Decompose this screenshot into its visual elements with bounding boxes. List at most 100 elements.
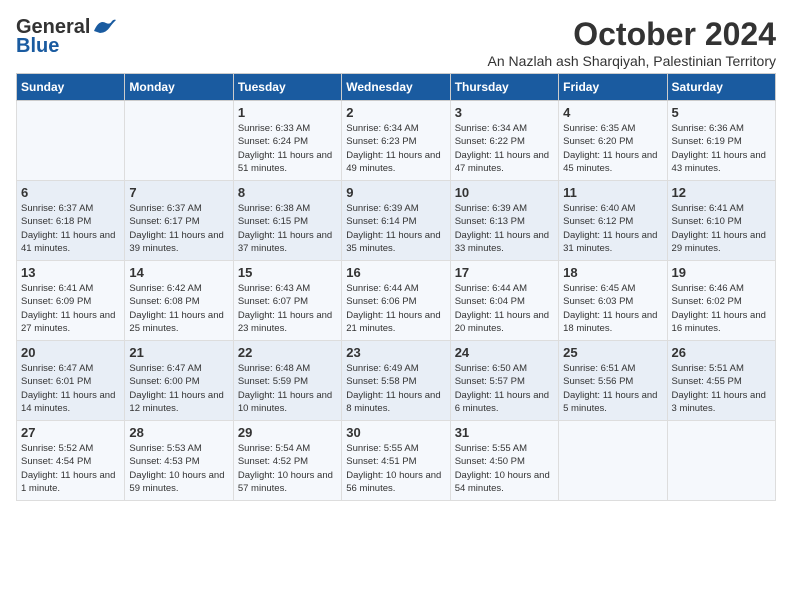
calendar-table: SundayMondayTuesdayWednesdayThursdayFrid… xyxy=(16,73,776,501)
day-detail: Sunrise: 6:34 AM Sunset: 6:22 PM Dayligh… xyxy=(455,122,554,175)
logo-bird-icon xyxy=(94,19,116,37)
day-detail: Sunrise: 6:35 AM Sunset: 6:20 PM Dayligh… xyxy=(563,122,662,175)
day-number: 13 xyxy=(21,265,120,280)
title-block: October 2024 An Nazlah ash Sharqiyah, Pa… xyxy=(488,16,776,69)
day-number: 29 xyxy=(238,425,337,440)
day-detail: Sunrise: 6:37 AM Sunset: 6:17 PM Dayligh… xyxy=(129,202,228,255)
day-detail: Sunrise: 6:47 AM Sunset: 6:00 PM Dayligh… xyxy=(129,362,228,415)
calendar-cell xyxy=(667,421,775,501)
calendar-week-row: 13 Sunrise: 6:41 AM Sunset: 6:09 PM Dayli… xyxy=(17,261,776,341)
calendar-cell: 18 Sunrise: 6:45 AM Sunset: 6:03 PM Dayli… xyxy=(559,261,667,341)
day-number: 25 xyxy=(563,345,662,360)
day-number: 14 xyxy=(129,265,228,280)
calendar-cell: 8Sunrise: 6:38 AM Sunset: 6:15 PM Daylig… xyxy=(233,181,341,261)
day-number: 17 xyxy=(455,265,554,280)
day-detail: Sunrise: 6:40 AM Sunset: 6:12 PM Dayligh… xyxy=(563,202,662,255)
day-number: 15 xyxy=(238,265,337,280)
calendar-cell: 7 Sunrise: 6:37 AM Sunset: 6:17 PM Daylig… xyxy=(125,181,233,261)
day-number: 1 xyxy=(238,105,337,120)
calendar-cell: 4 Sunrise: 6:35 AM Sunset: 6:20 PM Daylig… xyxy=(559,101,667,181)
calendar-cell: 14 Sunrise: 6:42 AM Sunset: 6:08 PM Dayli… xyxy=(125,261,233,341)
day-detail: Sunrise: 6:44 AM Sunset: 6:06 PM Dayligh… xyxy=(346,282,445,335)
page-header: General Blue October 2024 An Nazlah ash … xyxy=(16,16,776,69)
day-detail: Sunrise: 5:55 AM Sunset: 4:51 PM Dayligh… xyxy=(346,442,445,495)
day-number: 30 xyxy=(346,425,445,440)
day-detail: Sunrise: 6:34 AM Sunset: 6:23 PM Dayligh… xyxy=(346,122,445,175)
calendar-cell xyxy=(17,101,125,181)
calendar-cell xyxy=(559,421,667,501)
calendar-cell: 6Sunrise: 6:37 AM Sunset: 6:18 PM Daylig… xyxy=(17,181,125,261)
calendar-cell xyxy=(125,101,233,181)
day-detail: Sunrise: 6:49 AM Sunset: 5:58 PM Dayligh… xyxy=(346,362,445,415)
day-number: 10 xyxy=(455,185,554,200)
day-detail: Sunrise: 5:55 AM Sunset: 4:50 PM Dayligh… xyxy=(455,442,554,495)
day-number: 6 xyxy=(21,185,120,200)
day-number: 18 xyxy=(563,265,662,280)
day-number: 2 xyxy=(346,105,445,120)
day-detail: Sunrise: 5:54 AM Sunset: 4:52 PM Dayligh… xyxy=(238,442,337,495)
day-detail: Sunrise: 5:52 AM Sunset: 4:54 PM Dayligh… xyxy=(21,442,120,495)
day-number: 27 xyxy=(21,425,120,440)
weekday-header: Sunday xyxy=(17,74,125,101)
calendar-cell: 1 Sunrise: 6:33 AM Sunset: 6:24 PM Daylig… xyxy=(233,101,341,181)
calendar-cell: 3 Sunrise: 6:34 AM Sunset: 6:22 PM Daylig… xyxy=(450,101,558,181)
day-number: 9 xyxy=(346,185,445,200)
day-number: 5 xyxy=(672,105,771,120)
day-number: 28 xyxy=(129,425,228,440)
location-title: An Nazlah ash Sharqiyah, Palestinian Ter… xyxy=(488,53,776,69)
day-number: 24 xyxy=(455,345,554,360)
calendar-cell: 26Sunrise: 5:51 AM Sunset: 4:55 PM Dayli… xyxy=(667,341,775,421)
weekday-header: Thursday xyxy=(450,74,558,101)
day-detail: Sunrise: 6:46 AM Sunset: 6:02 PM Dayligh… xyxy=(672,282,771,335)
logo-blue: Blue xyxy=(16,35,59,58)
day-number: 19 xyxy=(672,265,771,280)
calendar-week-row: 6Sunrise: 6:37 AM Sunset: 6:18 PM Daylig… xyxy=(17,181,776,261)
logo: General Blue xyxy=(16,16,116,58)
weekday-header: Tuesday xyxy=(233,74,341,101)
month-title: October 2024 xyxy=(488,16,776,53)
day-detail: Sunrise: 6:44 AM Sunset: 6:04 PM Dayligh… xyxy=(455,282,554,335)
day-detail: Sunrise: 5:51 AM Sunset: 4:55 PM Dayligh… xyxy=(672,362,771,415)
day-detail: Sunrise: 6:42 AM Sunset: 6:08 PM Dayligh… xyxy=(129,282,228,335)
day-detail: Sunrise: 6:51 AM Sunset: 5:56 PM Dayligh… xyxy=(563,362,662,415)
day-number: 16 xyxy=(346,265,445,280)
weekday-header: Saturday xyxy=(667,74,775,101)
day-number: 12 xyxy=(672,185,771,200)
calendar-cell: 20 Sunrise: 6:47 AM Sunset: 6:01 PM Dayli… xyxy=(17,341,125,421)
weekday-header: Friday xyxy=(559,74,667,101)
calendar-cell: 16 Sunrise: 6:44 AM Sunset: 6:06 PM Dayli… xyxy=(342,261,450,341)
calendar-cell: 21Sunrise: 6:47 AM Sunset: 6:00 PM Dayli… xyxy=(125,341,233,421)
calendar-cell: 9Sunrise: 6:39 AM Sunset: 6:14 PM Daylig… xyxy=(342,181,450,261)
calendar-cell: 29 Sunrise: 5:54 AM Sunset: 4:52 PM Dayli… xyxy=(233,421,341,501)
calendar-cell: 30 Sunrise: 5:55 AM Sunset: 4:51 PM Dayli… xyxy=(342,421,450,501)
day-number: 4 xyxy=(563,105,662,120)
calendar-cell: 23 Sunrise: 6:49 AM Sunset: 5:58 PM Dayli… xyxy=(342,341,450,421)
day-detail: Sunrise: 6:50 AM Sunset: 5:57 PM Dayligh… xyxy=(455,362,554,415)
calendar-cell: 12Sunrise: 6:41 AM Sunset: 6:10 PM Dayli… xyxy=(667,181,775,261)
calendar-cell: 24 Sunrise: 6:50 AM Sunset: 5:57 PM Dayli… xyxy=(450,341,558,421)
calendar-week-row: 27 Sunrise: 5:52 AM Sunset: 4:54 PM Dayli… xyxy=(17,421,776,501)
weekday-header: Wednesday xyxy=(342,74,450,101)
calendar-cell: 31Sunrise: 5:55 AM Sunset: 4:50 PM Dayli… xyxy=(450,421,558,501)
calendar-cell: 27 Sunrise: 5:52 AM Sunset: 4:54 PM Dayli… xyxy=(17,421,125,501)
calendar-cell: 17 Sunrise: 6:44 AM Sunset: 6:04 PM Dayli… xyxy=(450,261,558,341)
calendar-cell: 25 Sunrise: 6:51 AM Sunset: 5:56 PM Dayli… xyxy=(559,341,667,421)
calendar-cell: 5 Sunrise: 6:36 AM Sunset: 6:19 PM Daylig… xyxy=(667,101,775,181)
day-number: 23 xyxy=(346,345,445,360)
day-number: 11 xyxy=(563,185,662,200)
day-detail: Sunrise: 6:45 AM Sunset: 6:03 PM Dayligh… xyxy=(563,282,662,335)
day-number: 20 xyxy=(21,345,120,360)
weekday-header: Monday xyxy=(125,74,233,101)
calendar-cell: 28Sunrise: 5:53 AM Sunset: 4:53 PM Dayli… xyxy=(125,421,233,501)
day-detail: Sunrise: 6:36 AM Sunset: 6:19 PM Dayligh… xyxy=(672,122,771,175)
day-detail: Sunrise: 6:47 AM Sunset: 6:01 PM Dayligh… xyxy=(21,362,120,415)
calendar-week-row: 20 Sunrise: 6:47 AM Sunset: 6:01 PM Dayli… xyxy=(17,341,776,421)
day-detail: Sunrise: 6:33 AM Sunset: 6:24 PM Dayligh… xyxy=(238,122,337,175)
weekday-header-row: SundayMondayTuesdayWednesdayThursdayFrid… xyxy=(17,74,776,101)
calendar-cell: 15Sunrise: 6:43 AM Sunset: 6:07 PM Dayli… xyxy=(233,261,341,341)
day-number: 7 xyxy=(129,185,228,200)
calendar-week-row: 1 Sunrise: 6:33 AM Sunset: 6:24 PM Daylig… xyxy=(17,101,776,181)
calendar-cell: 2 Sunrise: 6:34 AM Sunset: 6:23 PM Daylig… xyxy=(342,101,450,181)
day-detail: Sunrise: 6:41 AM Sunset: 6:09 PM Dayligh… xyxy=(21,282,120,335)
day-number: 3 xyxy=(455,105,554,120)
